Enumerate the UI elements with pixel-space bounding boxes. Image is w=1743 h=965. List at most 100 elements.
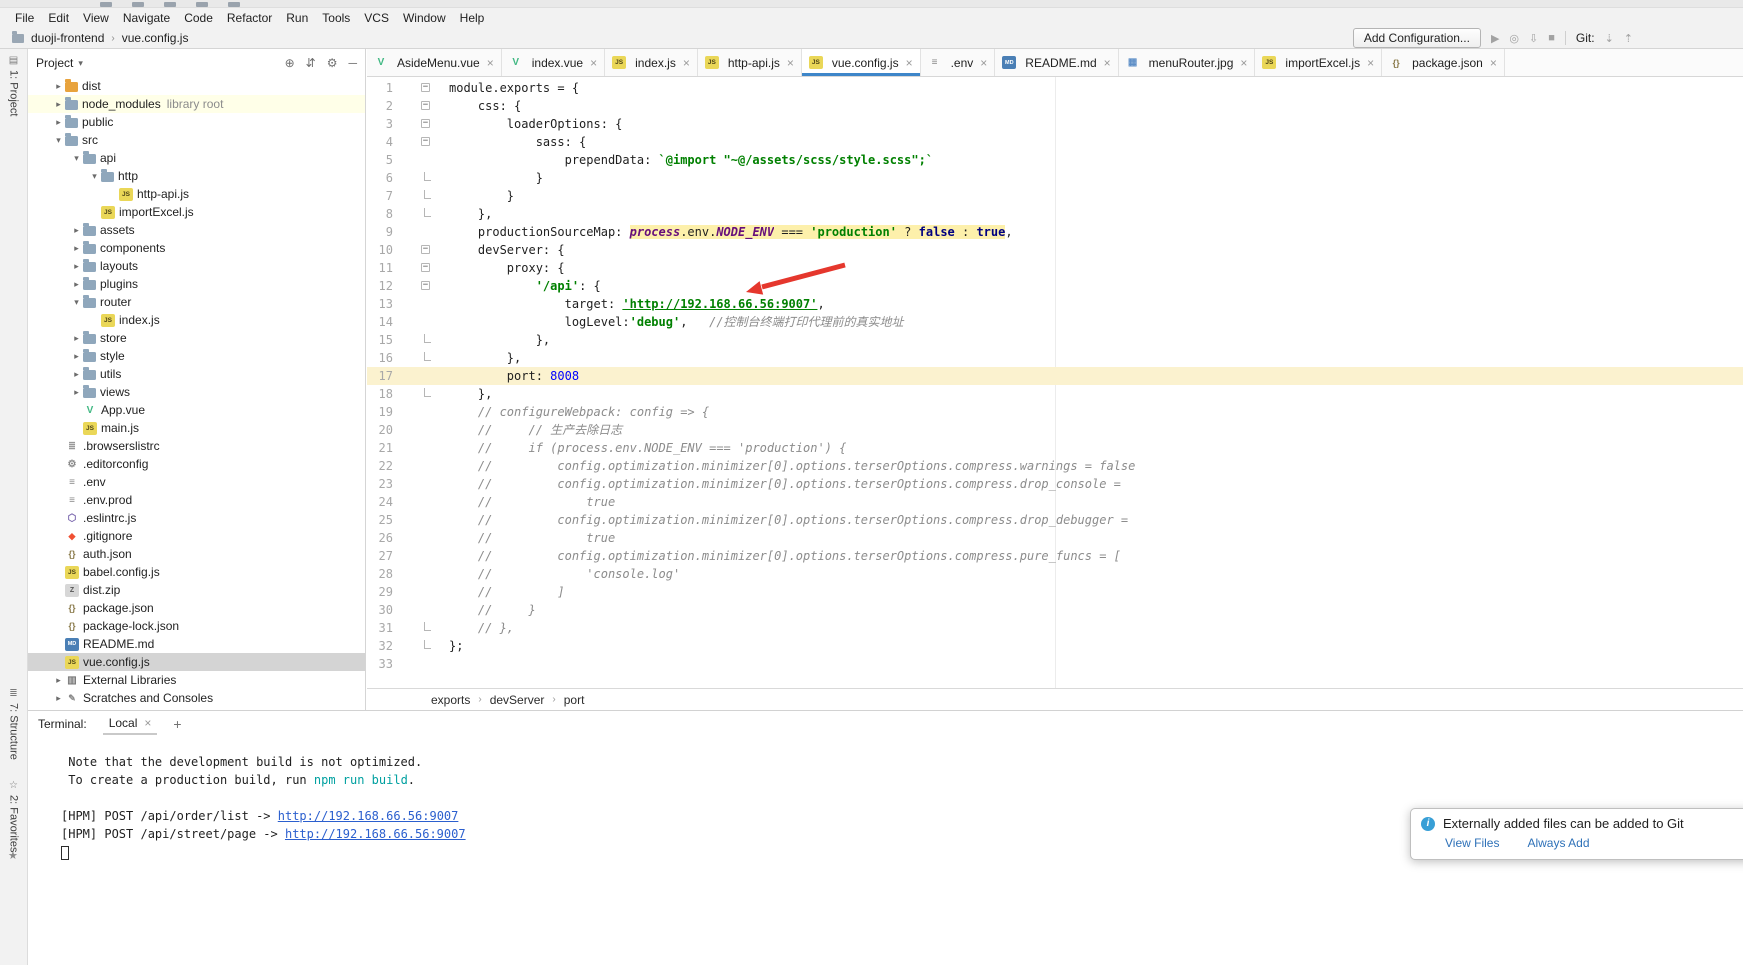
chevron-right-icon[interactable]: ▸ [70, 351, 83, 362]
tool-stripe-favorites[interactable]: ☆ 2: Favorites [0, 780, 27, 852]
chevron-down-icon[interactable]: ▾ [78, 58, 83, 69]
editor-tab-importExcel.js[interactable]: JSimportExcel.js× [1255, 49, 1382, 76]
tree-item-public[interactable]: ▸public [28, 113, 365, 131]
code-text[interactable]: // 'console.log' [441, 565, 680, 583]
vcs-update-icon[interactable]: ⇣ [1605, 32, 1614, 45]
editor-tab-package.json[interactable]: {}package.json× [1382, 49, 1505, 76]
tree-item-README.md[interactable]: MDREADME.md [28, 635, 365, 653]
tree-item-vue.config.js[interactable]: JSvue.config.js [28, 653, 365, 671]
editor-tab-index.js[interactable]: JSindex.js× [605, 49, 698, 76]
close-icon[interactable]: × [1367, 57, 1374, 69]
chevron-right-icon[interactable]: ▸ [70, 369, 83, 380]
code-text[interactable] [441, 655, 449, 673]
editor-tab-AsideMenu.vue[interactable]: VAsideMenu.vue× [367, 49, 502, 76]
close-icon[interactable]: × [787, 57, 794, 69]
code-text[interactable]: prependData: `@import "~@/assets/scss/st… [441, 151, 933, 169]
menu-refactor[interactable]: Refactor [220, 9, 279, 27]
view-files-link[interactable]: View Files [1445, 836, 1499, 850]
tree-item-plugins[interactable]: ▸plugins [28, 275, 365, 293]
fold-collapse-icon[interactable]: − [421, 245, 430, 254]
code-text[interactable]: sass: { [441, 133, 586, 151]
terminal-tab-local[interactable]: Local × [103, 713, 158, 735]
chevron-right-icon[interactable]: ▸ [52, 117, 65, 128]
chevron-right-icon[interactable]: ▸ [70, 279, 83, 290]
chevron-down-icon[interactable]: ▾ [70, 297, 83, 308]
project-panel-title[interactable]: Project [36, 56, 73, 70]
menu-code[interactable]: Code [177, 9, 220, 27]
fold-collapse-icon[interactable]: − [421, 101, 430, 110]
tree-item-layouts[interactable]: ▸layouts [28, 257, 365, 275]
editor-breadcrumb-port[interactable]: port [564, 693, 585, 707]
code-text[interactable]: target: 'http://192.168.66.56:9007', [441, 295, 825, 313]
tree-item-auth.json[interactable]: {}auth.json [28, 545, 365, 563]
editor-tab-vue.config.js[interactable]: JSvue.config.js× [802, 49, 921, 76]
close-icon[interactable]: × [1104, 57, 1111, 69]
close-icon[interactable]: × [906, 57, 913, 69]
always-add-link[interactable]: Always Add [1527, 836, 1589, 850]
chevron-right-icon[interactable]: ▸ [52, 693, 65, 704]
tree-item-.browserslistrc[interactable]: ≣.browserslistrc [28, 437, 365, 455]
close-icon[interactable]: × [1240, 57, 1247, 69]
menu-run[interactable]: Run [279, 9, 315, 27]
close-icon[interactable]: × [590, 57, 597, 69]
tree-item-External Libraries[interactable]: ▸▥External Libraries [28, 671, 365, 689]
fold-collapse-icon[interactable]: − [421, 281, 430, 290]
code-text[interactable]: } [441, 169, 543, 187]
tree-item-http-api.js[interactable]: JShttp-api.js [28, 185, 365, 203]
chevron-down-icon[interactable]: ▾ [52, 135, 65, 146]
tree-item-views[interactable]: ▸views [28, 383, 365, 401]
tree-item-store[interactable]: ▸store [28, 329, 365, 347]
profile-icon[interactable]: ⇩ [1529, 32, 1538, 45]
editor-breadcrumb-devServer[interactable]: devServer [490, 693, 545, 707]
tree-item-.editorconfig[interactable]: ⚙.editorconfig [28, 455, 365, 473]
tree-item-babel.config.js[interactable]: JSbabel.config.js [28, 563, 365, 581]
code-text[interactable]: proxy: { [441, 259, 565, 277]
tree-item-api[interactable]: ▾api [28, 149, 365, 167]
close-icon[interactable]: × [683, 57, 690, 69]
editor-breadcrumb-exports[interactable]: exports [431, 693, 470, 707]
tree-item-package-lock.json[interactable]: {}package-lock.json [28, 617, 365, 635]
editor-tab-menuRouter.jpg[interactable]: ▦menuRouter.jpg× [1119, 49, 1256, 76]
editor-tab-.env[interactable]: ≡.env× [921, 49, 996, 76]
tree-item-node_modules[interactable]: ▸node_moduleslibrary root [28, 95, 365, 113]
add-configuration-button[interactable]: Add Configuration... [1353, 28, 1481, 48]
breadcrumb-file[interactable]: vue.config.js [122, 31, 189, 45]
code-text[interactable]: }, [441, 349, 521, 367]
new-terminal-button[interactable]: + [173, 716, 181, 732]
tree-item-Scratches and Consoles[interactable]: ▸✎Scratches and Consoles [28, 689, 365, 707]
tool-stripe-structure[interactable]: ≣ 7: Structure [0, 688, 27, 760]
chevron-down-icon[interactable]: ▾ [70, 153, 83, 164]
fold-collapse-icon[interactable]: − [421, 119, 430, 128]
tree-item-components[interactable]: ▸components [28, 239, 365, 257]
code-text[interactable]: // if (process.env.NODE_ENV === 'product… [441, 439, 846, 457]
menu-help[interactable]: Help [453, 9, 492, 27]
code-text[interactable]: // config.optimization.minimizer[0].opti… [441, 457, 1135, 475]
tree-item-.eslintrc.js[interactable]: ⬡.eslintrc.js [28, 509, 365, 527]
code-text[interactable]: module.exports = { [441, 79, 579, 97]
code-text[interactable]: // true [441, 493, 615, 511]
code-text[interactable]: loaderOptions: { [441, 115, 622, 133]
menu-vcs[interactable]: VCS [357, 9, 396, 27]
tree-item-dist[interactable]: ▸dist [28, 77, 365, 95]
gear-icon[interactable]: ⚙ [327, 56, 338, 70]
menu-edit[interactable]: Edit [41, 9, 76, 27]
chevron-right-icon[interactable]: ▸ [52, 99, 65, 110]
star-icon[interactable]: ★ [8, 849, 18, 862]
tree-item-dist.zip[interactable]: Zdist.zip [28, 581, 365, 599]
tree-item-App.vue[interactable]: VApp.vue [28, 401, 365, 419]
code-text[interactable]: // ] [441, 583, 565, 601]
code-text[interactable]: css: { [441, 97, 521, 115]
tree-item-.gitignore[interactable]: ◆.gitignore [28, 527, 365, 545]
hide-panel-icon[interactable]: ─ [348, 56, 357, 70]
close-icon[interactable]: × [144, 716, 151, 730]
tree-item-index.js[interactable]: JSindex.js [28, 311, 365, 329]
fold-collapse-icon[interactable]: − [421, 137, 430, 146]
tree-item-.env.prod[interactable]: ≡.env.prod [28, 491, 365, 509]
coverage-icon[interactable]: ◎ [1509, 32, 1519, 45]
code-text[interactable]: } [441, 187, 514, 205]
chevron-right-icon[interactable]: ▸ [70, 261, 83, 272]
code-text[interactable]: }, [441, 331, 550, 349]
code-text[interactable]: // } [441, 601, 536, 619]
chevron-right-icon[interactable]: ▸ [52, 675, 65, 686]
tree-item-style[interactable]: ▸style [28, 347, 365, 365]
